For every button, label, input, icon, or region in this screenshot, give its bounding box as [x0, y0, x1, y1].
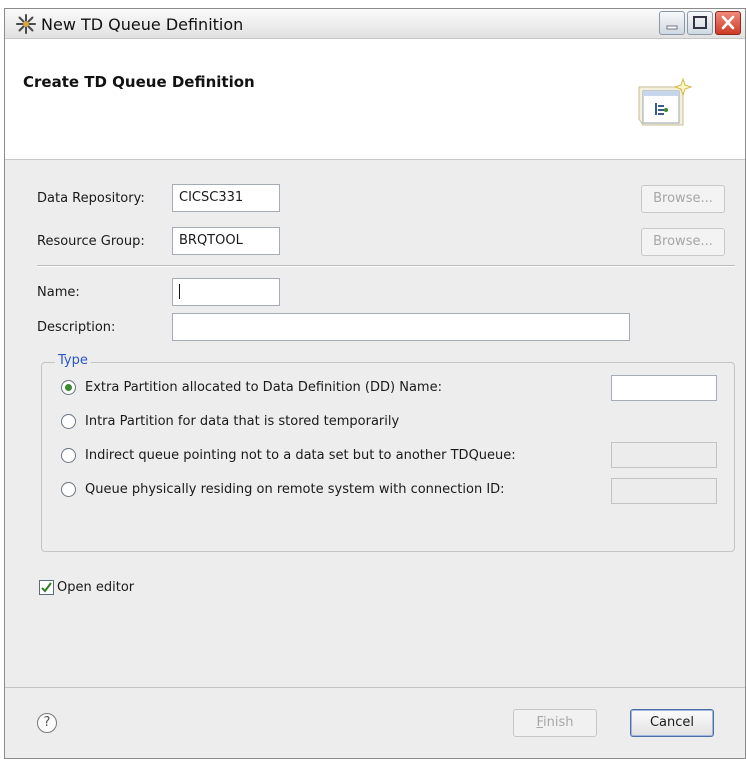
radio-extra-partition[interactable]	[61, 380, 76, 395]
window-title: New TD Queue Definition	[41, 15, 244, 34]
maximize-icon	[693, 16, 707, 29]
type-group-title: Type	[55, 353, 91, 368]
connection-id-input[interactable]	[611, 478, 717, 504]
description-input[interactable]	[172, 313, 630, 341]
finish-button[interactable]: Finish	[513, 709, 597, 737]
name-label: Name:	[37, 285, 80, 300]
maximize-button[interactable]	[687, 11, 713, 35]
description-label: Description:	[37, 320, 116, 335]
minimize-button[interactable]	[659, 11, 685, 35]
open-editor-label[interactable]: Open editor	[57, 580, 134, 595]
close-icon	[721, 15, 735, 30]
cancel-button[interactable]: Cancel	[630, 709, 714, 737]
text-cursor	[179, 284, 180, 299]
close-button[interactable]	[715, 11, 741, 35]
title-bar[interactable]: New TD Queue Definition	[5, 9, 745, 39]
open-editor-checkbox[interactable]	[39, 580, 54, 595]
resource-group-browse-button[interactable]: Browse...	[641, 228, 725, 256]
resource-group-label: Resource Group:	[37, 234, 145, 249]
separator-highlight	[37, 266, 735, 267]
radio-selected-dot	[65, 384, 72, 391]
page-title: Create TD Queue Definition	[23, 73, 255, 91]
radio-indirect-queue[interactable]	[61, 448, 76, 463]
tdqueue-input[interactable]	[611, 442, 717, 468]
dd-name-input[interactable]	[611, 375, 717, 401]
radio-intra-partition[interactable]	[61, 414, 76, 429]
minimize-icon	[666, 25, 678, 30]
data-repository-field[interactable]: CICSC331	[172, 184, 280, 212]
data-repository-browse-button[interactable]: Browse...	[641, 185, 725, 213]
footer-separator	[5, 687, 745, 688]
radio-extra-partition-label[interactable]: Extra Partition allocated to Data Defini…	[85, 380, 442, 395]
data-repository-label: Data Repository:	[37, 191, 145, 206]
name-input[interactable]	[172, 278, 280, 306]
checkmark-icon	[41, 582, 52, 593]
dialog-window: New TD Queue Definition Create TD Queue …	[4, 8, 746, 759]
help-icon[interactable]: ?	[37, 713, 57, 733]
wizard-banner-icon	[638, 77, 693, 126]
radio-remote-queue-label[interactable]: Queue physically residing on remote syst…	[85, 482, 505, 497]
wizard-star-icon	[16, 14, 36, 34]
radio-intra-partition-label[interactable]: Intra Partition for data that is stored …	[85, 414, 399, 429]
finish-label: inish	[543, 715, 574, 730]
radio-remote-queue[interactable]	[61, 482, 76, 497]
resource-group-field[interactable]: BRQTOOL	[172, 227, 280, 255]
wizard-header: Create TD Queue Definition	[5, 39, 745, 160]
radio-indirect-queue-label[interactable]: Indirect queue pointing not to a data se…	[85, 448, 516, 463]
